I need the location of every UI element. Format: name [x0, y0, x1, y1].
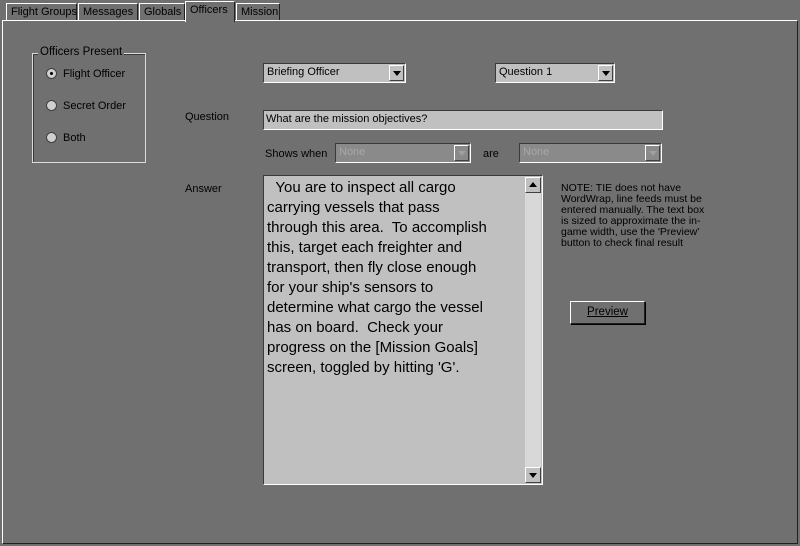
- tab-flight-groups[interactable]: Flight Groups: [6, 3, 77, 20]
- tab-messages[interactable]: Messages: [78, 3, 138, 20]
- preview-button-label: Preview: [587, 306, 628, 318]
- answer-textarea[interactable]: You are to inspect all cargo carrying ve…: [263, 175, 543, 485]
- question-label: Question: [185, 111, 230, 123]
- chevron-down-icon[interactable]: [598, 65, 613, 81]
- scroll-up-icon[interactable]: [525, 177, 541, 193]
- chevron-down-icon[interactable]: [645, 145, 660, 161]
- radio-both-label: Both: [63, 132, 86, 144]
- answer-text: You are to inspect all cargo carrying ve…: [267, 179, 487, 376]
- question-select[interactable]: Question 1: [495, 63, 615, 83]
- officers-present-title: Officers Present: [38, 46, 125, 58]
- preview-button[interactable]: Preview: [570, 301, 645, 324]
- question-select-value: Question 1: [499, 66, 553, 78]
- shows-when-value-1: None: [339, 146, 366, 158]
- shows-when-value-2: None: [523, 146, 550, 158]
- tab-globals[interactable]: Globals: [139, 3, 185, 20]
- radio-secret-order-label: Secret Order: [63, 100, 126, 112]
- wordwrap-note: NOTE: TIE does not have WordWrap, line f…: [561, 182, 705, 249]
- answer-scrollbar[interactable]: [525, 177, 541, 483]
- radio-unchecked-icon[interactable]: [46, 132, 57, 143]
- chevron-down-icon[interactable]: [389, 65, 404, 81]
- shows-when-select-1[interactable]: None: [335, 143, 471, 163]
- shows-when-label: Shows when: [265, 148, 328, 160]
- question-input[interactable]: What are the mission objectives?: [263, 110, 663, 130]
- officer-select[interactable]: Briefing Officer: [263, 63, 406, 83]
- radio-checked-icon[interactable]: [46, 68, 57, 79]
- scroll-down-icon[interactable]: [525, 467, 541, 483]
- answer-label: Answer: [185, 183, 222, 195]
- are-label: are: [483, 148, 499, 160]
- shows-when-select-2[interactable]: None: [519, 143, 662, 163]
- officer-select-value: Briefing Officer: [267, 66, 340, 78]
- tab-officers[interactable]: Officers: [185, 1, 235, 22]
- tab-mission[interactable]: Mission: [236, 3, 280, 20]
- chevron-down-icon[interactable]: [454, 145, 469, 161]
- radio-unchecked-icon[interactable]: [46, 100, 57, 111]
- radio-flight-officer-label: Flight Officer: [63, 68, 126, 80]
